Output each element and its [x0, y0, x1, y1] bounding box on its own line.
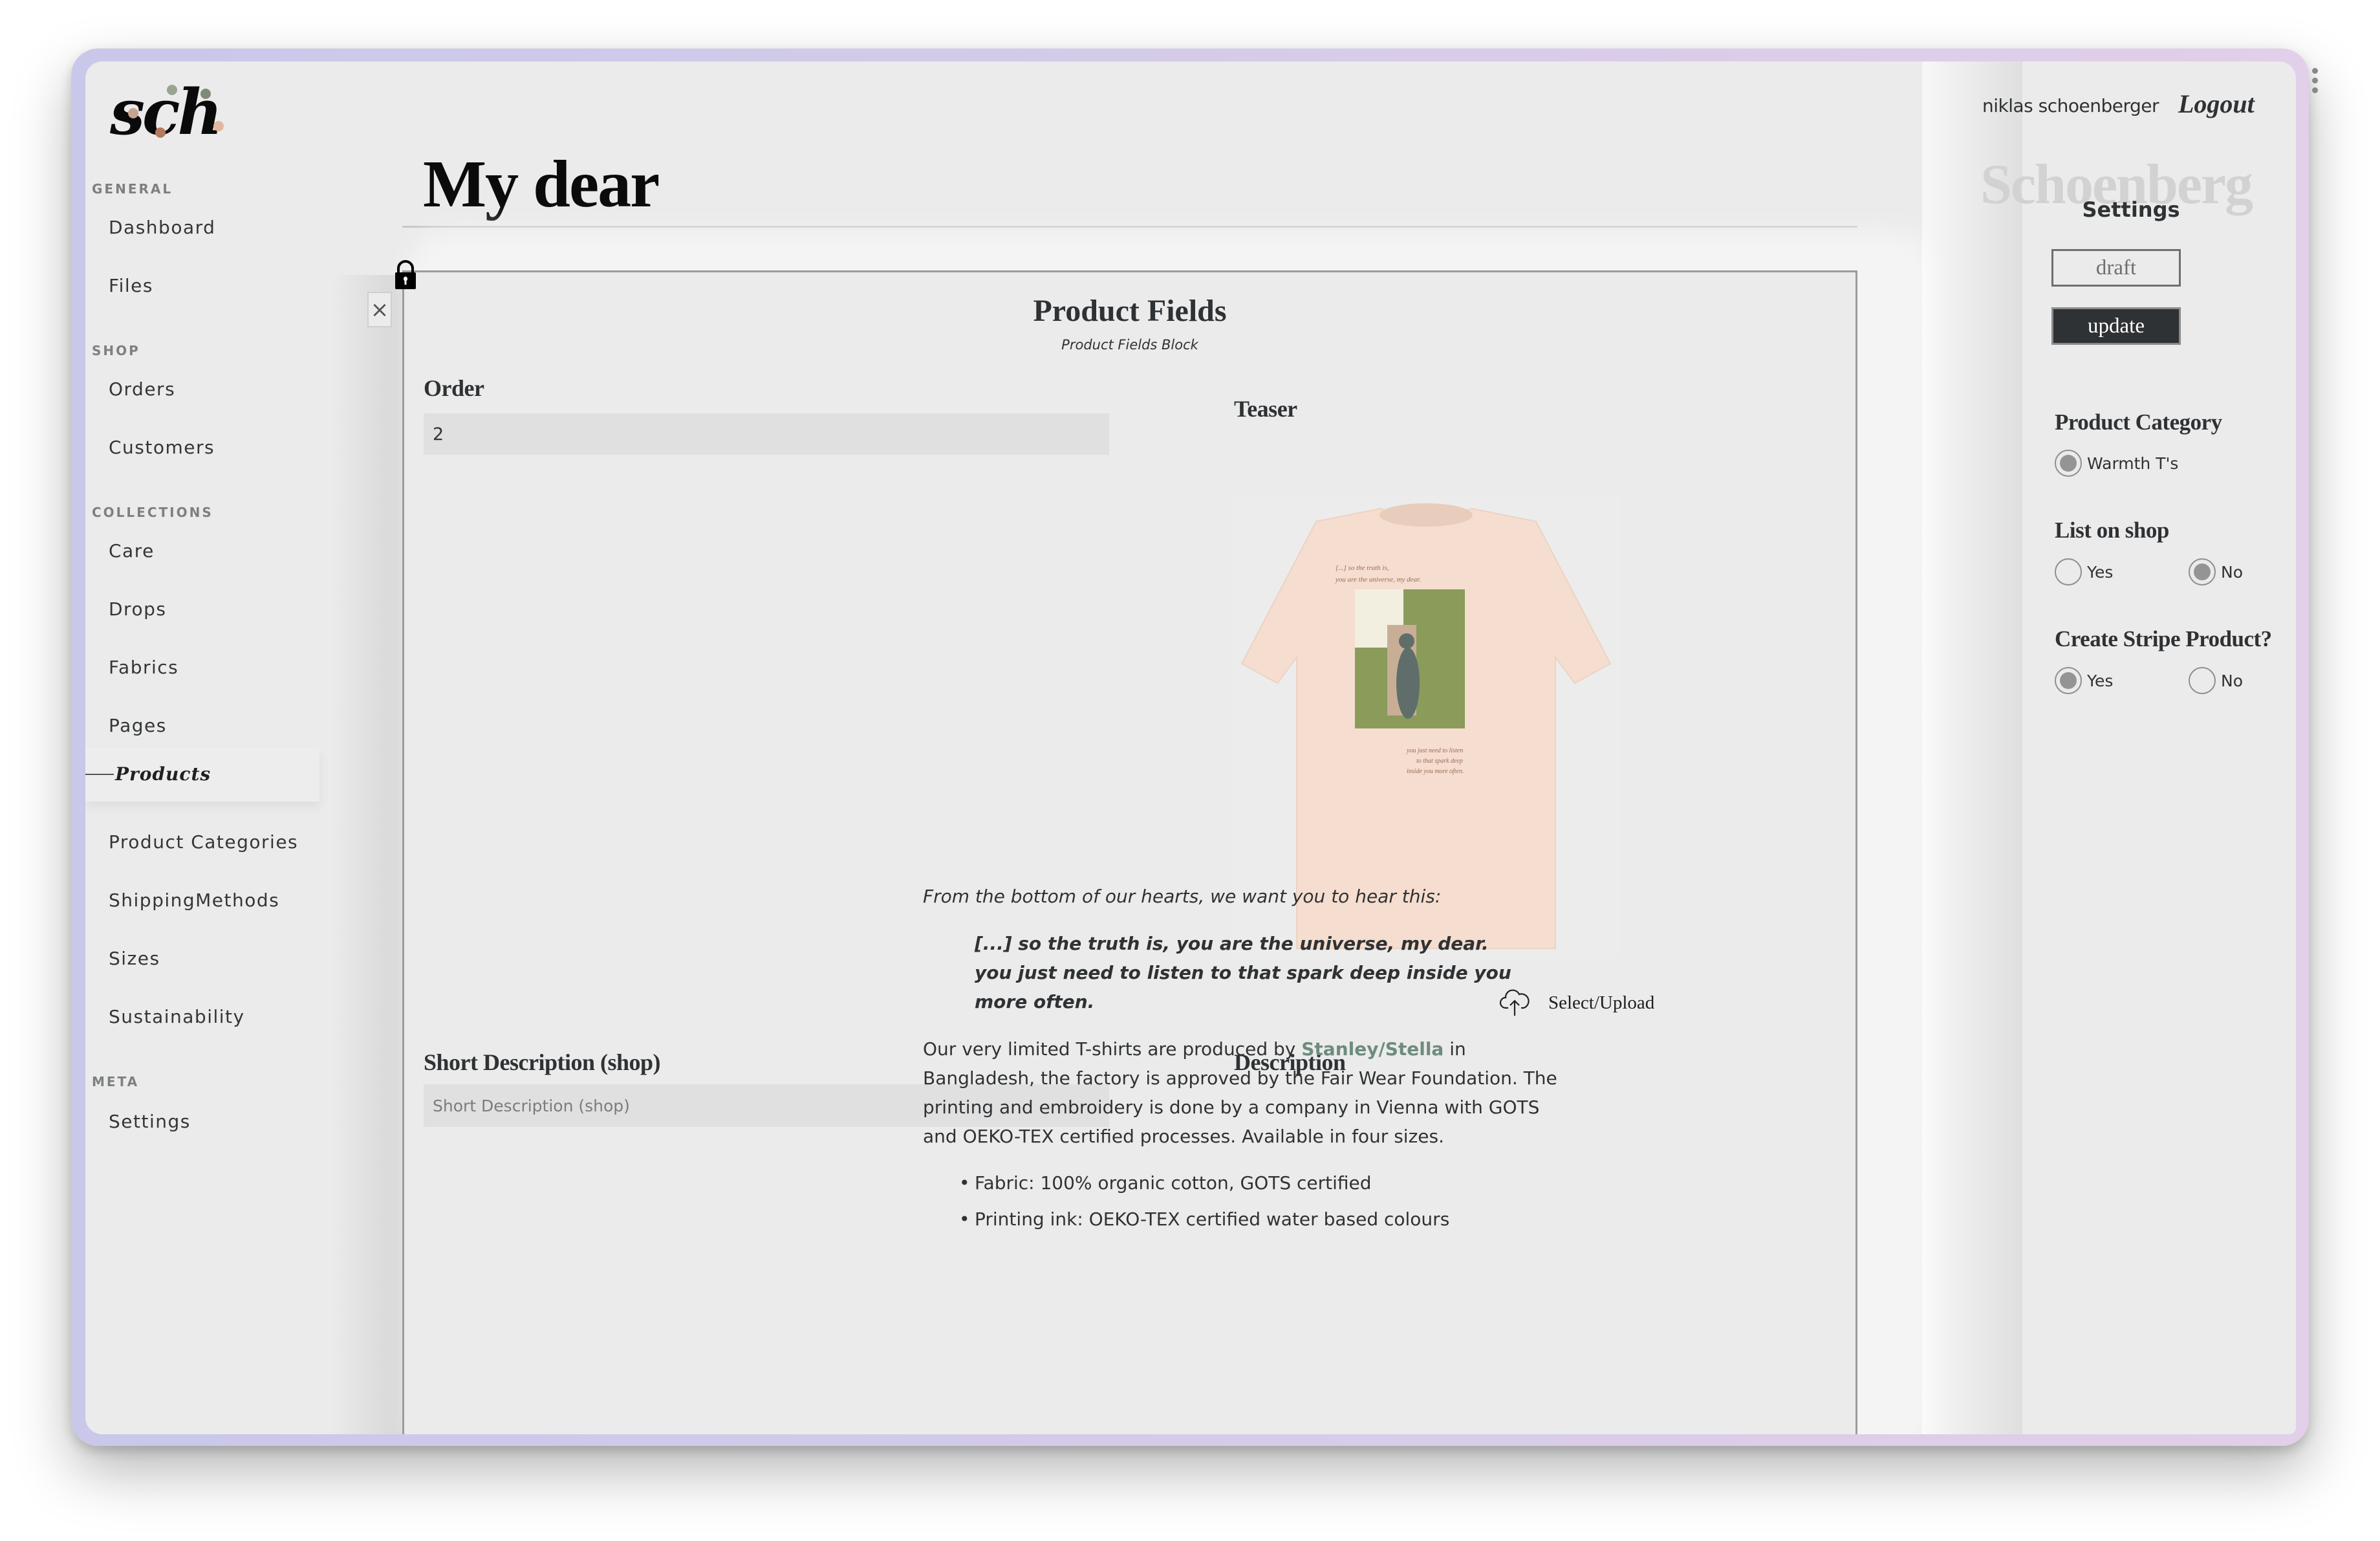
user-name: niklas schoenberger	[1982, 95, 2159, 116]
block-title: Product Fields	[1033, 294, 1227, 328]
radio-selected-icon	[2055, 667, 2082, 694]
radio-stripe-no[interactable]: No	[2189, 667, 2243, 694]
short-description-label: Short Description (shop)	[424, 1049, 661, 1075]
flower-decoration-icon	[200, 89, 211, 99]
nav-section-collections: COLLECTIONS	[92, 505, 213, 520]
sidebar-shadow	[331, 275, 402, 1434]
sidebar-item-label: Products	[115, 763, 211, 785]
flower-decoration-icon	[155, 127, 166, 138]
logo[interactable]: sch	[110, 76, 224, 149]
sidebar-item-pages[interactable]: Pages	[109, 715, 167, 736]
svg-text:you are the universe, my dear.: you are the universe, my dear.	[1335, 576, 1421, 584]
stanley-stella-link[interactable]: Stanley/Stella	[1301, 1038, 1444, 1060]
teaser-label: Teaser	[1234, 396, 1297, 422]
sidebar-item-product-categories[interactable]: Product Categories	[109, 831, 298, 853]
draft-button[interactable]: draft	[2051, 249, 2181, 287]
sidebar-item-drops[interactable]: Drops	[109, 598, 166, 620]
product-category-label: Product Category	[2055, 410, 2222, 435]
svg-text:inside you more often.: inside you more often.	[1407, 768, 1464, 775]
logout-link[interactable]: Logout	[2178, 89, 2255, 119]
description-intro: From the bottom of our hearts, we want y…	[923, 886, 1442, 907]
list-on-shop-label: List on shop	[2055, 518, 2169, 543]
svg-text:[...] so the truth is,: [...] so the truth is,	[1336, 564, 1389, 572]
flower-decoration-icon	[213, 121, 224, 131]
sidebar-item-products[interactable]: Products	[85, 747, 319, 802]
radio-label: No	[2221, 671, 2243, 690]
settings-panel-shadow	[1922, 61, 2022, 1434]
order-label: Order	[424, 375, 484, 401]
bullet-item: Printing ink: OEKO-TEX certified water b…	[959, 1201, 1570, 1238]
sidebar-item-fabrics[interactable]: Fabrics	[109, 657, 178, 678]
radio-list-on-shop-yes[interactable]: Yes	[2055, 558, 2113, 585]
description-quote: [...] so the truth is, you are the unive…	[923, 929, 1570, 1016]
order-input[interactable]: 2	[424, 413, 1109, 455]
description-bullets: Fabric: 100% organic cotton, GOTS certif…	[923, 1165, 1570, 1238]
flower-decoration-icon	[128, 108, 138, 118]
create-stripe-product-label: Create Stripe Product?	[2055, 626, 2272, 651]
radio-label: Yes	[2087, 671, 2114, 690]
window-menu-icon[interactable]	[2312, 68, 2318, 93]
quote-line: [...] so the truth is, you are the unive…	[975, 933, 1489, 954]
radio-unselected-icon	[2055, 558, 2082, 585]
sidebar-item-sizes[interactable]: Sizes	[109, 948, 160, 969]
sidebar-item-customers[interactable]: Customers	[109, 437, 215, 458]
sidebar-item-files[interactable]: Files	[109, 275, 153, 296]
update-button[interactable]: update	[2051, 307, 2181, 345]
body-text: Our very limited T-shirts are produced b…	[923, 1038, 1302, 1060]
app-panel: sch GENERAL Dashboard Files SHOP Orders …	[85, 61, 2296, 1434]
quote-line: you just need to listen to that spark de…	[975, 962, 1511, 1012]
close-icon: ×	[370, 296, 389, 323]
description-editor[interactable]: From the bottom of our hearts, we want y…	[923, 882, 1570, 1238]
radio-label: Warmth T's	[2087, 454, 2179, 473]
radio-label: No	[2221, 562, 2243, 582]
block-subtitle: Product Fields Block	[1061, 337, 1198, 353]
app-window-frame: sch GENERAL Dashboard Files SHOP Orders …	[71, 49, 2318, 1446]
svg-text:you just need to listen: you just need to listen	[1406, 747, 1463, 754]
radio-label: Yes	[2087, 562, 2114, 582]
logo-text: sch	[110, 76, 222, 149]
nav-section-shop: SHOP	[92, 343, 140, 358]
radio-unselected-icon	[2189, 667, 2216, 694]
svg-text:to that spark deep: to that spark deep	[1416, 758, 1463, 765]
sidebar-item-care[interactable]: Care	[109, 540, 155, 562]
radio-category-warmth-ts[interactable]: Warmth T's	[2055, 450, 2178, 477]
title-divider	[402, 226, 1857, 228]
sidebar-item-dashboard[interactable]: Dashboard	[109, 217, 215, 238]
bullet-item: Fabric: 100% organic cotton, GOTS certif…	[959, 1165, 1570, 1201]
page-title: My dear	[423, 147, 660, 221]
radio-list-on-shop-no[interactable]: No	[2189, 558, 2243, 585]
nav-section-general: GENERAL	[92, 181, 173, 197]
lock-icon[interactable]	[393, 259, 418, 290]
radio-selected-icon	[2055, 450, 2082, 477]
radio-stripe-yes[interactable]: Yes	[2055, 667, 2113, 694]
nav-section-meta: META	[92, 1074, 140, 1089]
sidebar-item-settings[interactable]: Settings	[109, 1111, 191, 1132]
active-indicator	[85, 774, 114, 775]
product-fields-block: Product Fields Product Fields Block Orde…	[402, 270, 1857, 1434]
sidebar-item-shipping-methods[interactable]: ShippingMethods	[109, 890, 279, 911]
radio-selected-icon	[2189, 558, 2216, 585]
sidebar-item-orders[interactable]: Orders	[109, 378, 175, 400]
sidebar-item-sustainability[interactable]: Sustainability	[109, 1006, 245, 1027]
settings-title: Settings	[2082, 197, 2180, 222]
description-body: Our very limited T-shirts are produced b…	[923, 1034, 1570, 1151]
flower-decoration-icon	[167, 85, 177, 95]
close-button[interactable]: ×	[367, 292, 392, 327]
